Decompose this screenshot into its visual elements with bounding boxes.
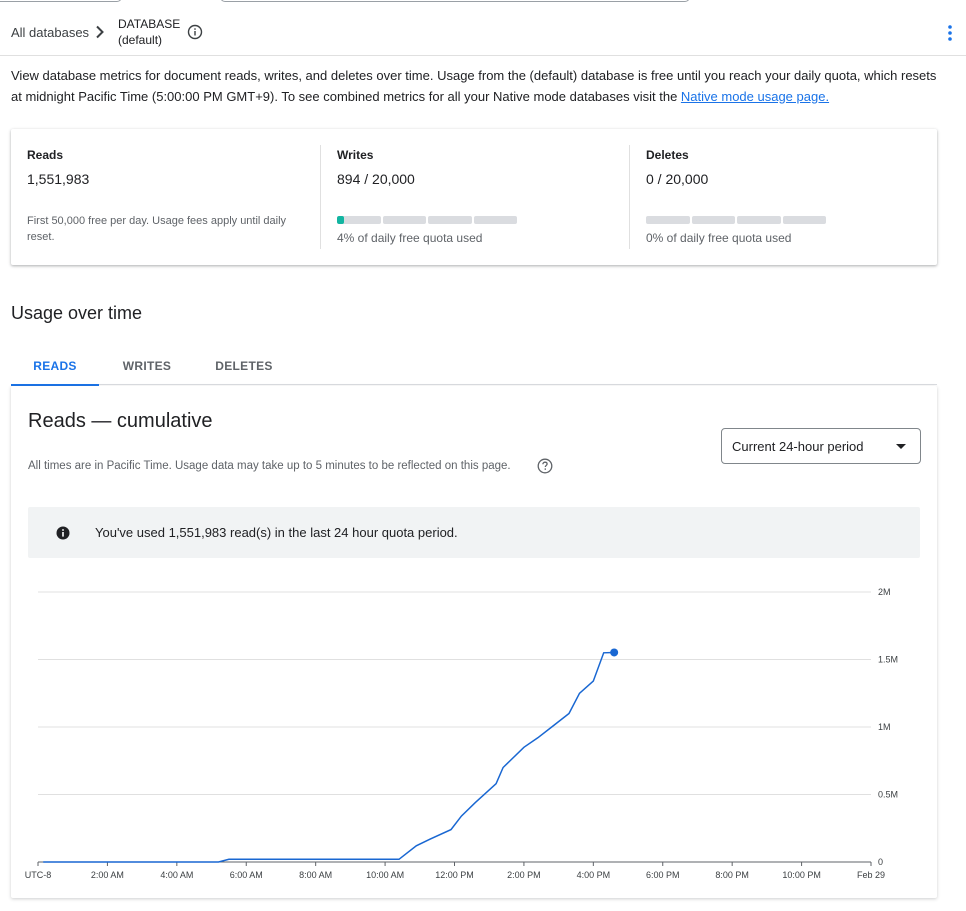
info-filled-icon xyxy=(56,526,70,540)
chevron-right-icon xyxy=(96,25,104,39)
writes-title: Writes xyxy=(337,148,374,162)
reads-value: 1,551,983 xyxy=(27,171,90,187)
reads-cumulative-chart: 0 0.5M 1M 1.5M 2M UTC-8 2:00 AM 4:00 AM 6:00 AM 8… xyxy=(25,587,898,880)
x-tick-label: 2:00 AM xyxy=(91,870,124,880)
more-vert-icon[interactable] xyxy=(944,24,956,42)
deletes-quota-caption: 0% of daily free quota used xyxy=(646,231,792,245)
chart-title: Reads — cumulative xyxy=(28,410,213,432)
x-tick-label: UTC-8 xyxy=(25,870,52,880)
x-tick-label: 4:00 AM xyxy=(160,870,193,880)
writes-stat: Writes 894 / 20,000 4% of daily free quo… xyxy=(320,145,629,249)
x-tick-label: 2:00 PM xyxy=(507,870,541,880)
deletes-stat: Deletes 0 / 20,000 0% of daily free quot… xyxy=(629,145,937,249)
reads-note: First 50,000 free per day. Usage fees ap… xyxy=(27,215,287,243)
y-tick-label: 2M xyxy=(878,587,891,597)
reads-series-line xyxy=(43,651,615,863)
help-outline-icon[interactable] xyxy=(537,458,553,474)
x-tick-label: 8:00 PM xyxy=(715,870,749,880)
usage-tabs: READS WRITES DELETES xyxy=(11,345,937,386)
y-tick-label: 0.5M xyxy=(878,790,898,800)
arrow-drop-down-icon xyxy=(896,444,906,449)
x-tick-label: Feb 29 xyxy=(857,870,885,880)
breadcrumb-db-id: (default) xyxy=(118,33,163,47)
writes-value: 894 / 20,000 xyxy=(337,171,415,187)
x-tick-label: 12:00 PM xyxy=(435,870,474,880)
tab-writes[interactable]: WRITES xyxy=(107,345,187,385)
writes-quota-bar xyxy=(337,216,517,224)
reads-stat: Reads 1,551,983 First 50,000 free per da… xyxy=(11,129,320,265)
deletes-value: 0 / 20,000 xyxy=(646,171,709,187)
reads-latest-point xyxy=(610,648,619,657)
quota-notice: You've used 1,551,983 read(s) in the las… xyxy=(28,507,920,558)
x-tick-label: 10:00 AM xyxy=(366,870,404,880)
x-tick-label: 6:00 AM xyxy=(230,870,263,880)
y-tick-label: 0 xyxy=(878,857,883,867)
x-tick-label: 6:00 PM xyxy=(646,870,680,880)
usage-summary-card: Reads 1,551,983 First 50,000 free per da… xyxy=(11,129,937,265)
x-tick-label: 10:00 PM xyxy=(782,870,821,880)
chart-subtitle: All times are in Pacific Time. Usage dat… xyxy=(28,460,511,472)
search-field-edge xyxy=(220,0,690,2)
tab-reads[interactable]: READS xyxy=(11,345,99,386)
usage-description: View database metrics for document reads… xyxy=(11,66,946,107)
period-select[interactable]: Current 24-hour period xyxy=(721,428,921,464)
breadcrumb: All databases DATABASE (default) xyxy=(0,8,966,56)
breadcrumb-current-database: DATABASE (default) xyxy=(118,16,180,48)
reads-chart-card: Reads — cumulative All times are in Paci… xyxy=(11,386,937,898)
deletes-quota-bar xyxy=(646,216,826,224)
x-tick-label: 4:00 PM xyxy=(577,870,611,880)
writes-quota-caption: 4% of daily free quota used xyxy=(337,231,483,245)
period-select-value: Current 24-hour period xyxy=(732,439,864,454)
breadcrumb-db-kind: DATABASE xyxy=(118,17,181,31)
section-title: Usage over time xyxy=(11,303,143,323)
breadcrumb-all-databases[interactable]: All databases xyxy=(11,25,89,40)
deletes-title: Deletes xyxy=(646,148,689,162)
x-tick-label: 8:00 AM xyxy=(299,870,332,880)
y-tick-label: 1.5M xyxy=(878,655,898,665)
quota-fill xyxy=(337,216,344,224)
tab-deletes[interactable]: DELETES xyxy=(201,345,287,385)
info-outline-icon[interactable] xyxy=(187,24,203,40)
toolbar-control-edge xyxy=(0,0,122,2)
reads-title: Reads xyxy=(27,148,64,162)
top-toolbar-edge xyxy=(0,0,966,4)
y-tick-label: 1M xyxy=(878,722,891,732)
quota-notice-text: You've used 1,551,983 read(s) in the las… xyxy=(95,525,458,540)
native-mode-usage-link[interactable]: Native mode usage page. xyxy=(681,89,829,104)
